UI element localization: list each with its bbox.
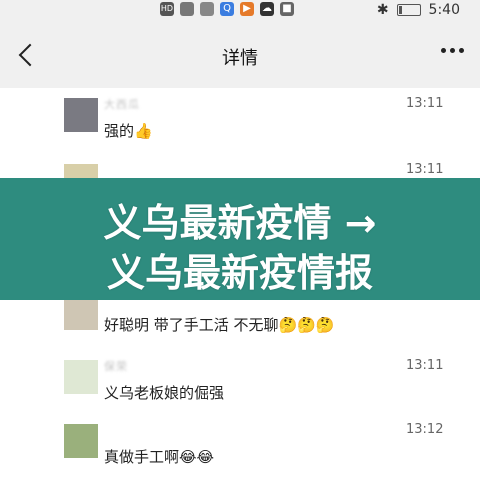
avatar[interactable]: [64, 98, 98, 132]
cloud-app-icon: ☁: [260, 2, 274, 16]
play-app-icon: ▶: [240, 2, 254, 16]
status-icons: HD Q ▶ ☁ ■: [160, 2, 294, 16]
more-options-button[interactable]: [441, 48, 464, 53]
comment-time: 13:12: [406, 422, 444, 437]
comment-item[interactable]: 大西瓜 13:11 强的👍: [0, 88, 480, 158]
comment-item[interactable]: 13:12 真做手工啊😂😂: [0, 414, 480, 484]
status-bar: HD Q ▶ ☁ ■ ✱ 5:40: [0, 0, 480, 22]
avatar[interactable]: [64, 424, 98, 458]
nav-bar: 详情: [0, 22, 480, 88]
comment-text: 好聪明 带了手工活 不无聊🤔🤔🤔: [104, 316, 335, 334]
comment-item[interactable]: 保荣 13:11 义乌老板娘的倔强: [0, 350, 480, 420]
more-dot-icon: [450, 48, 455, 53]
comment-time: 13:11: [406, 96, 444, 111]
headline-banner: 义乌最新疫情 → 义乌最新疫情报: [0, 178, 480, 300]
square-app-icon: ■: [280, 2, 294, 16]
bluetooth-icon: ✱: [376, 2, 389, 18]
battery-icon: [396, 4, 421, 16]
hd-icon: HD: [160, 2, 174, 16]
q-app-icon: Q: [220, 2, 234, 16]
banner-title-line-1: 义乌最新疫情 →: [103, 201, 377, 245]
comment-text: 真做手工啊😂😂: [104, 448, 215, 466]
comment-sender: 大西瓜: [104, 98, 140, 111]
signal-icon: [180, 2, 194, 16]
comment-sender: 保荣: [104, 360, 128, 373]
avatar[interactable]: [64, 296, 98, 330]
comment-text: 义乌老板娘的倔强: [104, 384, 225, 402]
status-right: ✱ 5:40: [377, 2, 460, 18]
comment-time: 13:11: [406, 162, 444, 177]
status-time: 5:40: [428, 2, 460, 18]
wifi-icon: [200, 2, 214, 16]
banner-title-line-2: 义乌最新疫情报: [106, 251, 373, 295]
comment-time: 13:11: [406, 358, 444, 373]
page-title: 详情: [222, 48, 258, 69]
comment-text: 强的👍: [104, 122, 153, 140]
more-dot-icon: [459, 48, 464, 53]
avatar[interactable]: [64, 360, 98, 394]
more-dot-icon: [441, 48, 446, 53]
